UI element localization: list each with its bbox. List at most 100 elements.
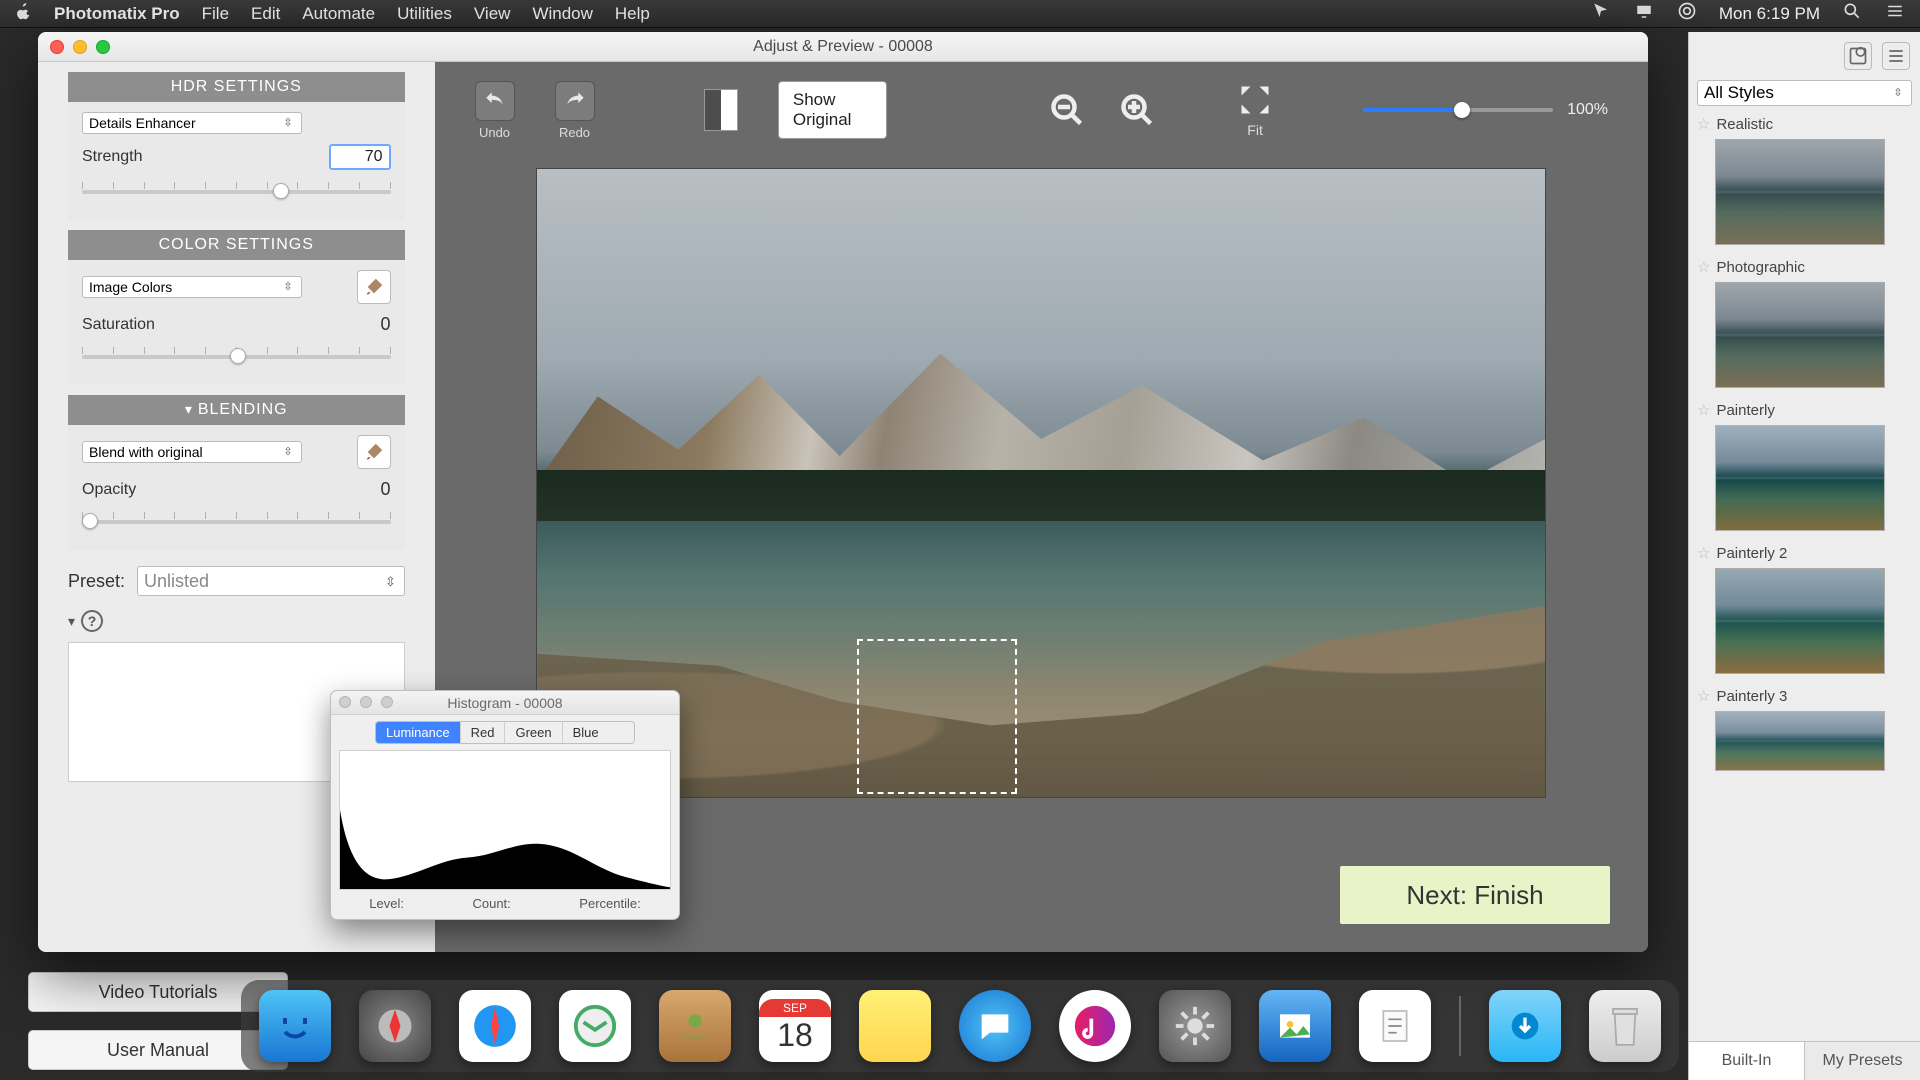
control-center-icon[interactable] [1884, 2, 1906, 25]
gear-icon [1172, 1003, 1218, 1049]
selection-marquee[interactable] [857, 639, 1017, 794]
menu-window[interactable]: Window [532, 4, 592, 24]
status-display-icon[interactable] [1633, 2, 1655, 25]
hist-tab-luminance[interactable]: Luminance [376, 722, 461, 743]
menubar-clock[interactable]: Mon 6:19 PM [1719, 4, 1820, 24]
tab-built-in[interactable]: Built-In [1689, 1042, 1805, 1080]
strength-slider[interactable] [82, 180, 391, 202]
dock-settings-icon[interactable] [1159, 990, 1231, 1062]
star-icon[interactable]: ☆ [1697, 401, 1710, 419]
star-icon[interactable]: ☆ [1697, 258, 1710, 276]
dock-downloads-icon[interactable] [1489, 990, 1561, 1062]
preset-painterly-3[interactable]: ☆Painterly 3 [1697, 684, 1912, 771]
dock-safari-icon[interactable] [459, 990, 531, 1062]
menu-help[interactable]: Help [615, 4, 650, 24]
hist-close-button[interactable] [339, 696, 351, 708]
preset-dropdown[interactable]: Unlisted⇳ [137, 566, 404, 596]
hist-tab-green[interactable]: Green [505, 722, 562, 743]
fit-icon [1237, 82, 1273, 118]
preset-thumbnail[interactable] [1715, 282, 1885, 388]
blending-header[interactable]: BLENDING [68, 395, 405, 425]
tab-my-presets[interactable]: My Presets [1805, 1042, 1920, 1080]
redo-button[interactable]: Redo [555, 81, 595, 140]
dock-finder-icon[interactable] [259, 990, 331, 1062]
spotlight-icon[interactable] [1842, 1, 1862, 26]
hist-zoom-button[interactable] [381, 696, 393, 708]
preset-thumbnail[interactable] [1715, 568, 1885, 674]
menu-edit[interactable]: Edit [251, 4, 280, 24]
strength-value-input[interactable] [329, 144, 391, 170]
color-brush-button[interactable] [357, 270, 391, 304]
preset-painterly[interactable]: ☆Painterly [1697, 398, 1912, 531]
show-original-button[interactable]: Show Original [778, 81, 887, 139]
histogram-plot [339, 750, 671, 890]
window-zoom-button[interactable] [96, 40, 110, 54]
preset-photographic[interactable]: ☆Photographic [1697, 255, 1912, 388]
histogram-channel-tabs[interactable]: Luminance Red Green Blue [375, 721, 635, 744]
opacity-slider[interactable] [82, 510, 391, 532]
presets-thumb-view-button[interactable] [1844, 42, 1872, 70]
chevron-updown-icon: ⇳ [281, 118, 295, 129]
star-icon[interactable]: ☆ [1697, 115, 1710, 133]
saturation-slider[interactable] [82, 345, 391, 367]
help-icon[interactable]: ? [81, 610, 103, 632]
mac-menubar: Photomatix Pro File Edit Automate Utilit… [0, 0, 1920, 28]
redo-icon [562, 88, 588, 114]
hist-level-label: Level: [369, 896, 404, 911]
zoom-in-button[interactable] [1117, 90, 1157, 130]
menu-utilities[interactable]: Utilities [397, 4, 452, 24]
dock-music-icon[interactable] [1059, 990, 1131, 1062]
preset-thumbnail[interactable] [1715, 139, 1885, 245]
hist-percentile-label: Percentile: [579, 896, 640, 911]
app-name[interactable]: Photomatix Pro [54, 4, 180, 24]
preset-realistic[interactable]: ☆Realistic [1697, 112, 1912, 245]
dock-messages-icon[interactable] [959, 990, 1031, 1062]
presets-list-view-button[interactable] [1882, 42, 1910, 70]
preview-image[interactable] [536, 168, 1546, 798]
menu-file[interactable]: File [202, 4, 229, 24]
split-compare-button[interactable] [704, 89, 737, 131]
dock-notes-icon[interactable] [859, 990, 931, 1062]
hist-tab-red[interactable]: Red [461, 722, 506, 743]
status-cursor-icon[interactable] [1591, 2, 1611, 25]
download-icon [1505, 1006, 1545, 1046]
histogram-window[interactable]: Histogram - 00008 Luminance Red Green Bl… [330, 690, 680, 920]
preset-thumbnail[interactable] [1715, 711, 1885, 771]
window-minimize-button[interactable] [73, 40, 87, 54]
dock-contacts-icon[interactable] [659, 990, 731, 1062]
dock-launchpad-icon[interactable] [359, 990, 431, 1062]
disclosure-triangle-icon[interactable]: ▾ [68, 613, 75, 630]
preset-label: Preset: [68, 571, 125, 592]
menu-automate[interactable]: Automate [302, 4, 375, 24]
hist-tab-blue[interactable]: Blue [563, 722, 609, 743]
dock-preview-icon[interactable] [1259, 990, 1331, 1062]
star-icon[interactable]: ☆ [1697, 544, 1710, 562]
next-finish-button[interactable]: Next: Finish [1340, 866, 1610, 924]
hdr-method-dropdown[interactable]: Details Enhancer⇳ [82, 112, 302, 134]
preset-thumbnail[interactable] [1715, 425, 1885, 531]
color-settings-section: COLOR SETTINGS Image Colors⇳ Saturation … [68, 230, 405, 385]
zoom-slider[interactable]: 100% [1363, 101, 1608, 119]
menu-view[interactable]: View [474, 4, 511, 24]
color-mode-dropdown[interactable]: Image Colors⇳ [82, 276, 302, 298]
dock-calendar-icon[interactable]: SEP 18 [759, 990, 831, 1062]
status-sync-icon[interactable] [1677, 1, 1697, 26]
titlebar[interactable]: Adjust & Preview - 00008 [38, 32, 1648, 62]
dock-trash-icon[interactable] [1589, 990, 1661, 1062]
fit-button[interactable]: Fit [1237, 82, 1273, 138]
dock-mail-icon[interactable] [559, 990, 631, 1062]
preset-painterly-2[interactable]: ☆Painterly 2 [1697, 541, 1912, 674]
zoom-out-button[interactable] [1047, 90, 1087, 130]
styles-filter-dropdown[interactable]: All Styles⇳ [1697, 80, 1912, 106]
hist-count-label: Count: [472, 896, 510, 911]
apple-menu-icon[interactable] [14, 2, 32, 25]
undo-button[interactable]: Undo [475, 81, 515, 140]
star-icon[interactable]: ☆ [1697, 687, 1710, 705]
color-settings-header: COLOR SETTINGS [68, 230, 405, 260]
saturation-value: 0 [380, 314, 390, 335]
dock-textedit-icon[interactable] [1359, 990, 1431, 1062]
window-close-button[interactable] [50, 40, 64, 54]
blend-mode-dropdown[interactable]: Blend with original⇳ [82, 441, 302, 463]
hist-minimize-button[interactable] [360, 696, 372, 708]
blend-brush-button[interactable] [357, 435, 391, 469]
